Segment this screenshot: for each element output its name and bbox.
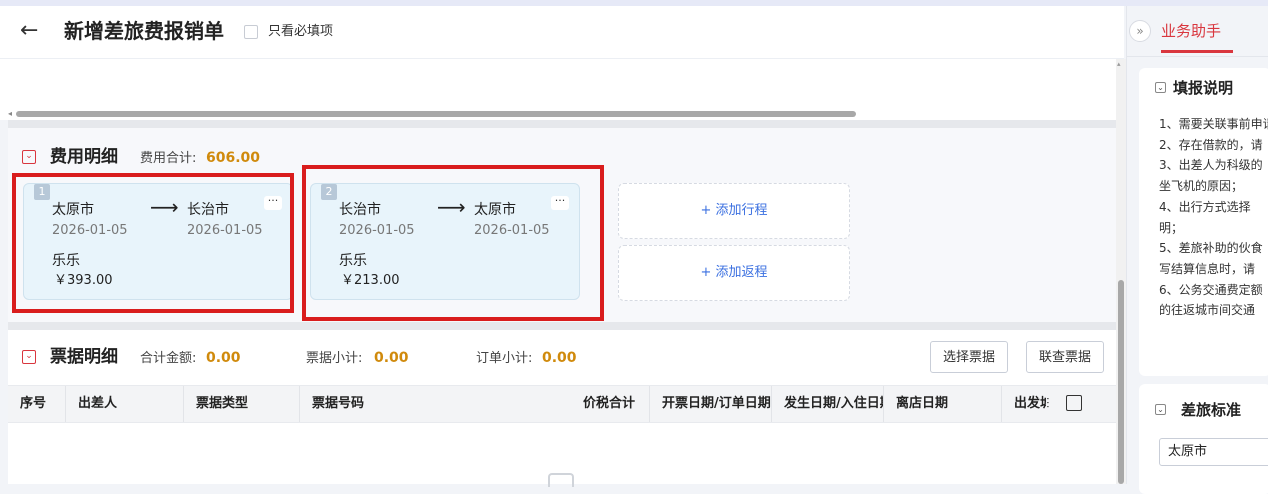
column-settings-icon[interactable]: ⫶ — [1046, 395, 1050, 413]
order-subtotal-label: 订单小计: — [476, 351, 533, 366]
invoice-table-header: 序号 出差人 票据类型 票据号码 价税合计 开票日期/订单日期 发生日期/入住日… — [8, 385, 1116, 423]
page-title: 新增差旅费报销单 — [64, 19, 224, 43]
scroll-left-icon[interactable]: ◂ — [8, 109, 12, 118]
col-checkout-date[interactable]: 离店日期 — [884, 386, 1002, 422]
fee-total-label: 费用合计: — [140, 151, 197, 166]
highlight-box — [302, 165, 604, 321]
invoice-total-value: 0.00 — [206, 350, 241, 366]
instruction-line: 5、差旅补助的伙食 — [1159, 241, 1263, 256]
fullscreen-icon[interactable] — [1066, 395, 1082, 411]
back-arrow-icon[interactable]: ← — [20, 18, 38, 44]
chevron-down-icon[interactable]: ⌄ — [1155, 404, 1166, 415]
travel-standard-title: 差旅标准 — [1181, 401, 1242, 419]
chevron-down-icon[interactable]: ⌄ — [1155, 82, 1166, 93]
instruction-line: 2、存在借款的，请 — [1159, 137, 1263, 152]
fee-details-title: 费用明细 — [50, 147, 118, 167]
active-tab-indicator — [1161, 50, 1233, 53]
col-occur-date[interactable]: 发生日期/入住日期 — [772, 386, 884, 422]
col-departure-city[interactable]: 出发城市 — [1002, 386, 1046, 422]
city-select[interactable]: 太原市 — [1159, 438, 1268, 466]
section-divider — [8, 120, 1116, 128]
col-traveler[interactable]: 出差人 — [66, 386, 184, 422]
query-invoice-button[interactable]: 联查票据 — [1026, 341, 1105, 373]
fee-total-value: 606.00 — [206, 150, 261, 166]
col-total-tax[interactable]: 价税合计 — [560, 386, 650, 422]
collapse-icon[interactable]: ⌄ — [22, 150, 36, 164]
tab-divider — [1127, 56, 1268, 57]
highlight-box — [12, 173, 294, 313]
section-divider — [8, 322, 1116, 330]
instructions-title: 填报说明 — [1173, 79, 1234, 97]
col-invoice-type[interactable]: 票据类型 — [184, 386, 300, 422]
travel-standard-card: ⌄ 差旅标准 太原市 — [1139, 384, 1268, 494]
invoice-details-title: 票据明细 — [50, 347, 118, 367]
instructions-card: ⌄ 填报说明 1、需要关联事前申请 2、存在借款的，请 3、出差人为科级的 坐飞… — [1139, 68, 1268, 376]
instruction-line: 4、出行方式选择 — [1159, 199, 1251, 214]
helper-panel: » 业务助手 ⌄ 填报说明 1、需要关联事前申请 2、存在借款的，请 3、出差人… — [1126, 6, 1268, 494]
instruction-line: 坐飞机的原因； — [1159, 179, 1244, 194]
ticket-subtotal-label: 票据小计: — [306, 351, 363, 366]
required-only-checkbox[interactable] — [244, 25, 258, 39]
instruction-line: 的往返城市间交通 — [1159, 303, 1256, 318]
order-subtotal-value: 0.00 — [542, 350, 577, 366]
invoice-total-label: 合计金额: — [140, 351, 197, 366]
instruction-line: 3、出差人为科级的 — [1159, 158, 1263, 173]
col-invoice-date[interactable]: 开票日期/订单日期 — [650, 386, 772, 422]
invoice-details-section: ⌄ 票据明细 合计金额: 0.00 票据小计: 0.00 订单小计: 0.00 … — [8, 330, 1116, 487]
collapse-icon[interactable]: ⌄ — [22, 350, 36, 364]
double-chevron-right-icon[interactable]: » — [1129, 20, 1151, 42]
required-only-label[interactable]: 只看必填项 — [268, 22, 333, 42]
add-trip-button[interactable]: + 添加行程 — [618, 183, 850, 239]
page-header: ← 新增差旅费报销单 只看必填项 — [0, 6, 1124, 59]
instructions-text: 1、需要关联事前申请 2、存在借款的，请 3、出差人为科级的 坐飞机的原因； 4… — [1159, 114, 1268, 321]
add-return-trip-button[interactable]: + 添加返程 — [618, 245, 850, 301]
scroll-up-icon[interactable]: ▴ — [1117, 60, 1121, 68]
instruction-line: 1、需要关联事前申请 — [1159, 117, 1268, 131]
tab-business-assistant[interactable]: 业务助手 — [1161, 20, 1221, 42]
instruction-line: 写结算信息时，请 — [1159, 261, 1256, 276]
col-index[interactable]: 序号 — [8, 386, 66, 422]
select-invoice-button[interactable]: 选择票据 — [930, 341, 1009, 373]
ticket-subtotal-value: 0.00 — [374, 350, 409, 366]
horizontal-scroll-thumb[interactable] — [16, 111, 856, 117]
empty-data-icon — [548, 473, 574, 487]
instruction-line: 6、公务交通费定额 — [1159, 282, 1263, 297]
instruction-line: 明； — [1159, 220, 1184, 235]
vertical-scroll-thumb[interactable] — [1118, 280, 1124, 484]
